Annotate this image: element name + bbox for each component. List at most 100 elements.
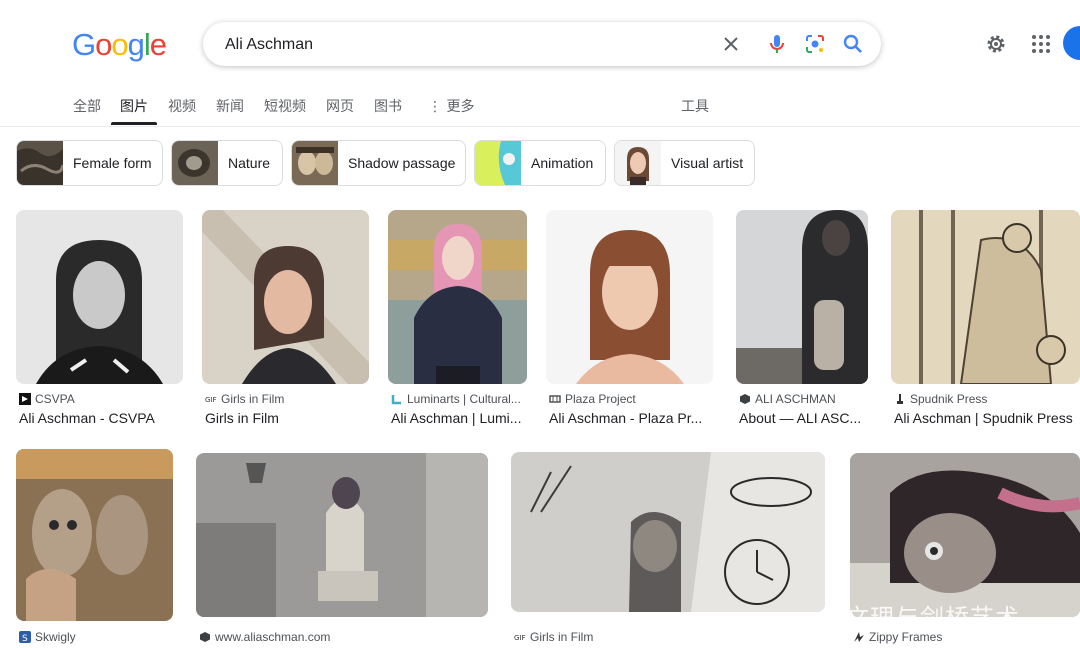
watermark-overlay-text: 桥文理与剑桥艺术 [820, 604, 1020, 632]
source-name: CSVPA [35, 392, 75, 406]
chip-label: Shadow passage [348, 155, 456, 171]
source-name: Girls in Film [530, 630, 594, 644]
cube-favicon-icon [200, 632, 210, 642]
result-title[interactable]: Ali Aschman | Lumi... [391, 410, 527, 426]
result-image[interactable] [196, 453, 488, 617]
chip-label: Nature [228, 155, 271, 171]
chip-animation[interactable]: Animation [474, 140, 606, 186]
result-image[interactable] [891, 210, 1080, 384]
image-result[interactable]: GIF Girls in Film Girls in Film [202, 210, 369, 428]
source-name: Girls in Film [221, 392, 285, 406]
result-image[interactable] [16, 449, 173, 621]
result-source[interactable]: GIF Girls in Film [514, 630, 593, 644]
svg-text:GIF: GIF [514, 634, 526, 642]
result-title[interactable]: Ali Aschman | Spudnik Press [894, 410, 1079, 426]
tools-button[interactable]: 工具 [681, 96, 709, 116]
gear-icon[interactable] [984, 32, 1008, 56]
image-result[interactable]: GIF Girls in Film [511, 452, 825, 648]
result-source[interactable]: ALI ASCHMAN [739, 392, 836, 406]
chip-thumbnail [615, 141, 661, 185]
image-result[interactable]: Luminarts | Cultural... Ali Aschman | Lu… [388, 210, 527, 428]
spudnik-favicon-icon [897, 394, 903, 404]
chip-shadow-passage[interactable]: Shadow passage [291, 140, 466, 186]
clear-icon[interactable] [719, 32, 743, 56]
image-result[interactable]: Spudnik Press Ali Aschman | Spudnik Pres… [891, 210, 1080, 428]
chip-female-form[interactable]: Female form [16, 140, 163, 186]
source-name: Spudnik Press [910, 392, 988, 406]
chip-visual-artist[interactable]: Visual artist [614, 140, 755, 186]
tab-books[interactable]: 图书 [374, 96, 402, 116]
gif-favicon-icon: GIF [514, 634, 526, 642]
search-box [203, 22, 881, 68]
top-bar: Google [0, 0, 1080, 90]
tab-news[interactable]: 新闻 [216, 96, 244, 116]
google-logo[interactable]: Google [72, 27, 167, 63]
result-source[interactable]: CSVPA [19, 392, 75, 406]
search-input[interactable] [223, 22, 707, 68]
logo-letter: e [149, 27, 167, 62]
chip-thumbnail [172, 141, 218, 185]
logo-letter: g [127, 27, 145, 62]
result-source[interactable]: www.aliaschman.com [199, 630, 330, 644]
result-image[interactable] [388, 210, 527, 384]
tab-images[interactable]: 图片 [120, 96, 148, 116]
svg-text:GIF: GIF [205, 396, 217, 404]
chip-thumbnail [475, 141, 521, 185]
result-source[interactable]: Plaza Project [549, 392, 636, 406]
image-result[interactable]: Plaza Project Ali Aschman - Plaza Pr... [546, 210, 713, 428]
chip-label: Female form [73, 155, 152, 171]
csvpa-favicon-icon [19, 393, 31, 405]
luminarts-favicon-icon [391, 395, 401, 405]
plaza-favicon-icon [549, 395, 561, 403]
chip-nature[interactable]: Nature [171, 140, 283, 186]
active-tab-indicator [111, 122, 157, 125]
chip-label: Visual artist [671, 155, 744, 171]
result-image[interactable] [202, 210, 369, 384]
source-name: Plaza Project [565, 392, 636, 406]
logo-letter: G [72, 27, 96, 62]
chip-label: Animation [531, 155, 594, 171]
tab-web[interactable]: 网页 [326, 96, 354, 116]
chip-thumbnail [292, 141, 338, 185]
logo-letter: o [111, 27, 128, 62]
source-name: Skwigly [35, 630, 76, 644]
tab-more-label: 更多 [446, 99, 475, 115]
result-title[interactable]: Ali Aschman - CSVPA [19, 410, 179, 426]
result-title[interactable]: Girls in Film [205, 410, 365, 426]
skwigly-favicon-icon: S [19, 631, 31, 643]
result-source[interactable]: Luminarts | Cultural... [391, 392, 521, 406]
tab-short-videos[interactable]: 短视频 [264, 96, 306, 116]
cube-favicon-icon [740, 394, 750, 404]
image-result[interactable]: CSVPA Ali Aschman - CSVPA [16, 210, 183, 428]
apps-grid-icon[interactable] [1029, 32, 1053, 56]
result-title[interactable]: About — ALI ASC... [739, 410, 867, 426]
source-name: www.aliaschman.com [215, 630, 331, 644]
tab-videos[interactable]: 视频 [168, 96, 196, 116]
source-name: ALI ASCHMAN [755, 392, 836, 406]
gif-favicon-icon: GIF [205, 396, 217, 404]
result-image[interactable] [546, 210, 713, 384]
result-image[interactable] [511, 452, 825, 612]
account-avatar[interactable] [1063, 26, 1080, 60]
search-icon[interactable] [841, 32, 865, 56]
tab-more[interactable]: ⋮ 更多 [428, 96, 474, 116]
result-source[interactable]: Spudnik Press [894, 392, 987, 406]
image-result[interactable]: S Skwigly [16, 449, 173, 648]
logo-letter: o [95, 27, 112, 62]
image-result[interactable]: ALI ASCHMAN About — ALI ASC... [736, 210, 868, 428]
tab-all[interactable]: 全部 [73, 96, 101, 116]
result-image[interactable] [736, 210, 868, 384]
lens-camera-icon[interactable] [803, 32, 827, 56]
result-image[interactable] [850, 453, 1080, 617]
result-source[interactable]: S Skwigly [19, 630, 76, 644]
search-tabs: 全部 图片 视频 新闻 短视频 网页 图书 ⋮ 更多 工具 [0, 90, 1080, 127]
result-source[interactable]: GIF Girls in Film [205, 392, 284, 406]
chip-thumbnail [17, 141, 63, 185]
more-vert-icon: ⋮ [428, 99, 442, 115]
source-name: Luminarts | Cultural... [407, 392, 521, 406]
result-title[interactable]: Ali Aschman - Plaza Pr... [549, 410, 709, 426]
microphone-icon[interactable] [765, 32, 789, 56]
result-image[interactable] [16, 210, 183, 384]
image-result[interactable]: www.aliaschman.com [196, 453, 488, 648]
svg-text:S: S [22, 634, 28, 643]
